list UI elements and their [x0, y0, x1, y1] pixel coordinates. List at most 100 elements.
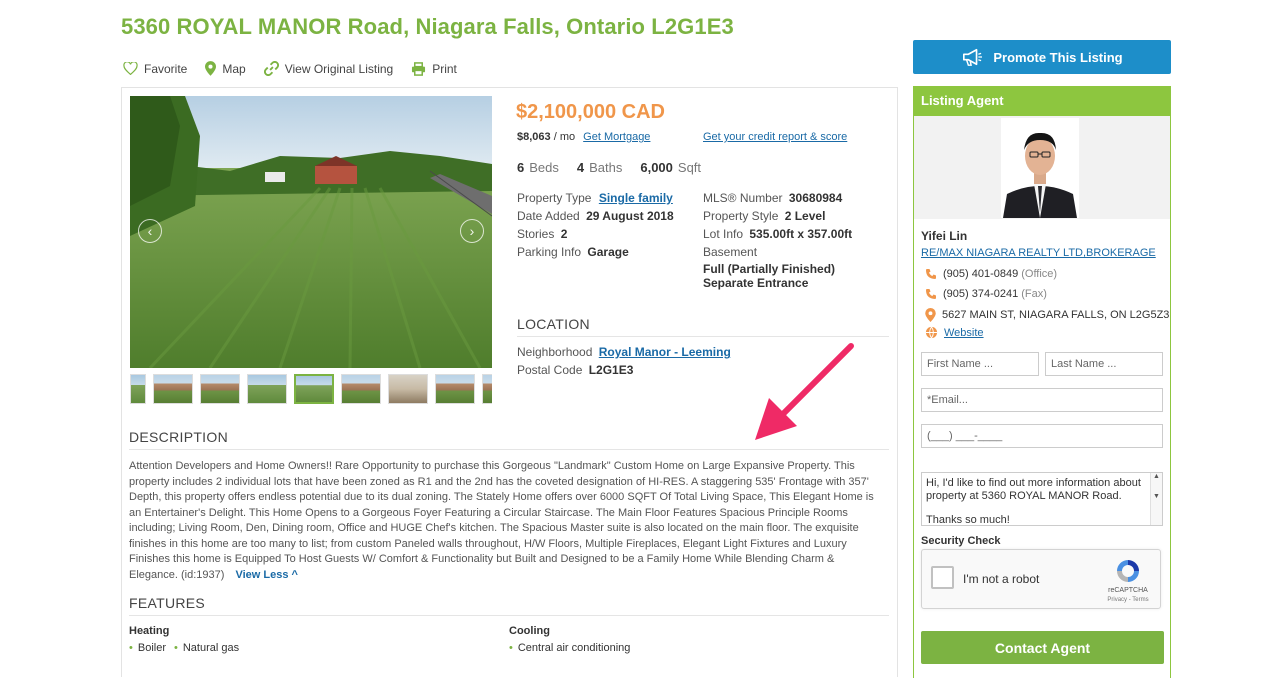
cooling-label: Cooling: [509, 625, 550, 637]
megaphone-icon: [963, 48, 983, 66]
favorite-label: Favorite: [144, 61, 188, 76]
credit-report-link[interactable]: Get your credit report & score: [703, 131, 847, 143]
heating-item: Natural gas: [174, 642, 239, 654]
photo-thumbnail[interactable]: [247, 374, 287, 404]
office-phone-row[interactable]: (905) 401-0849 (Office): [925, 268, 1057, 280]
phone-icon: [926, 289, 936, 299]
photo-thumbnail[interactable]: [341, 374, 381, 404]
map-button[interactable]: Map: [205, 61, 246, 76]
brokerage-link[interactable]: RE/MAX NIAGARA REALTY LTD,BROKERAGE: [921, 247, 1156, 259]
view-original-listing-button[interactable]: View Original Listing: [263, 61, 394, 76]
office-address-row: 5627 MAIN ST, NIAGARA FALLS, ON L2G5Z3: [925, 308, 1169, 322]
scroll-down-icon: ▼: [1153, 493, 1160, 500]
lot-info-value: 535.00ft x 357.00ft: [749, 227, 853, 241]
beds-label: Beds: [529, 160, 559, 175]
prev-photo-button[interactable]: ‹: [138, 219, 162, 243]
listing-actions: Favorite Map View Original Listing Print: [123, 61, 475, 76]
property-style-label: Property Style: [703, 209, 779, 223]
sqft-count: 6,000: [640, 160, 673, 175]
website-link[interactable]: Website: [944, 327, 984, 339]
view-original-label: View Original Listing: [284, 61, 394, 76]
per-month-label: / mo: [550, 131, 576, 143]
beds-baths-sqft: 6 Beds 4 Baths 6,000 Sqft: [517, 160, 719, 175]
sqft-label: Sqft: [677, 160, 702, 175]
textarea-scrollbar[interactable]: ▲ ▼: [1150, 473, 1162, 525]
stories-label: Stories: [517, 227, 555, 241]
cooling-list: Central air conditioning: [509, 642, 638, 654]
neighborhood-label: Neighborhood: [517, 345, 593, 359]
baths-label: Baths: [589, 160, 623, 175]
postal-code-label: Postal Code: [517, 363, 583, 377]
photo-carousel[interactable]: ‹ ›: [130, 96, 492, 368]
parking-row: Parking Info Garage: [517, 243, 629, 261]
email-input[interactable]: *Email...: [921, 388, 1163, 412]
features-divider: [129, 615, 889, 616]
heating-item: Boiler: [129, 642, 166, 654]
photo-thumbnail[interactable]: [482, 374, 492, 404]
promote-listing-button[interactable]: Promote This Listing: [913, 40, 1171, 74]
photo-thumbnail[interactable]: [130, 374, 146, 404]
postal-code-value: L2G1E3: [588, 363, 634, 377]
stories-row: Stories 2: [517, 225, 567, 243]
website-row[interactable]: Website: [925, 326, 984, 339]
date-added-row: Date Added 29 August 2018: [517, 207, 674, 225]
beds-count: 6: [517, 160, 525, 175]
property-type-link[interactable]: Single family: [599, 191, 673, 205]
location-divider: [517, 336, 889, 337]
office-phone: (905) 401-0849: [943, 268, 1019, 280]
chevron-right-icon: ›: [469, 223, 475, 239]
promote-label: Promote This Listing: [993, 49, 1123, 65]
phone-icon: [926, 269, 936, 279]
mls-value: 30680984: [788, 191, 843, 205]
print-label: Print: [432, 61, 457, 76]
photo-thumbnail[interactable]: [435, 374, 475, 404]
cooling-item: Central air conditioning: [509, 642, 631, 654]
heating-label: Heating: [129, 625, 170, 637]
heart-icon: [123, 62, 138, 75]
page-title: 5360 ROYAL MANOR Road, Niagara Falls, On…: [121, 14, 734, 39]
monthly-amount: $8,063: [517, 131, 551, 143]
fax-phone-row[interactable]: (905) 374-0241 (Fax): [925, 288, 1047, 300]
map-pin-icon: [925, 308, 936, 322]
first-name-input[interactable]: First Name ...: [921, 352, 1039, 376]
globe-icon: [925, 326, 938, 339]
fax-phone: (905) 374-0241: [943, 288, 1019, 300]
location-heading: LOCATION: [517, 316, 590, 332]
photo-thumbnail[interactable]: [153, 374, 193, 404]
listing-price: $2,100,000 CAD: [516, 101, 665, 123]
last-name-input[interactable]: Last Name ...: [1045, 352, 1163, 376]
next-photo-button[interactable]: ›: [460, 219, 484, 243]
neighborhood-row: Neighborhood Royal Manor - Leeming: [517, 343, 731, 361]
property-type-row: Property Type Single family: [517, 189, 673, 207]
phone-input[interactable]: (___) ___-____: [921, 424, 1163, 448]
message-line: Thanks so much!: [926, 514, 1010, 526]
agent-card-heading: Listing Agent: [913, 86, 1171, 116]
basement-value: Full (Partially Finished) Separate Entra…: [703, 262, 888, 290]
photo-thumbnail-active[interactable]: [294, 374, 334, 404]
agent-name: Yifei Lin: [921, 229, 968, 243]
parking-label: Parking Info: [517, 245, 582, 259]
recaptcha-logo-icon: [1117, 560, 1139, 582]
recaptcha-checkbox[interactable]: [931, 566, 954, 589]
lot-info-row: Lot Info 535.00ft x 357.00ft: [703, 225, 852, 243]
view-less-link[interactable]: View Less ^: [235, 569, 297, 581]
recaptcha-terms-link[interactable]: Privacy - Terms: [1105, 597, 1151, 603]
print-button[interactable]: Print: [411, 61, 457, 76]
monthly-payment: $8,063 / mo Get Mortgage: [517, 131, 650, 143]
baths-count: 4: [576, 160, 585, 175]
property-photo: [130, 96, 492, 368]
message-textarea[interactable]: Hi, I'd like to find out more informatio…: [921, 472, 1163, 526]
photo-thumbnails: [130, 374, 492, 404]
photo-thumbnail[interactable]: [388, 374, 428, 404]
contact-agent-button[interactable]: Contact Agent: [921, 631, 1164, 664]
photo-thumbnail[interactable]: [200, 374, 240, 404]
date-added-value: 29 August 2018: [586, 209, 674, 223]
printer-icon: [412, 61, 426, 76]
get-mortgage-link[interactable]: Get Mortgage: [583, 131, 650, 143]
neighborhood-link[interactable]: Royal Manor - Leeming: [599, 345, 731, 359]
office-tag: (Office): [1021, 268, 1058, 280]
map-label: Map: [222, 61, 246, 76]
annotation-arrow-icon: [755, 343, 854, 440]
favorite-button[interactable]: Favorite: [123, 61, 187, 76]
fax-tag: (Fax): [1021, 288, 1047, 300]
